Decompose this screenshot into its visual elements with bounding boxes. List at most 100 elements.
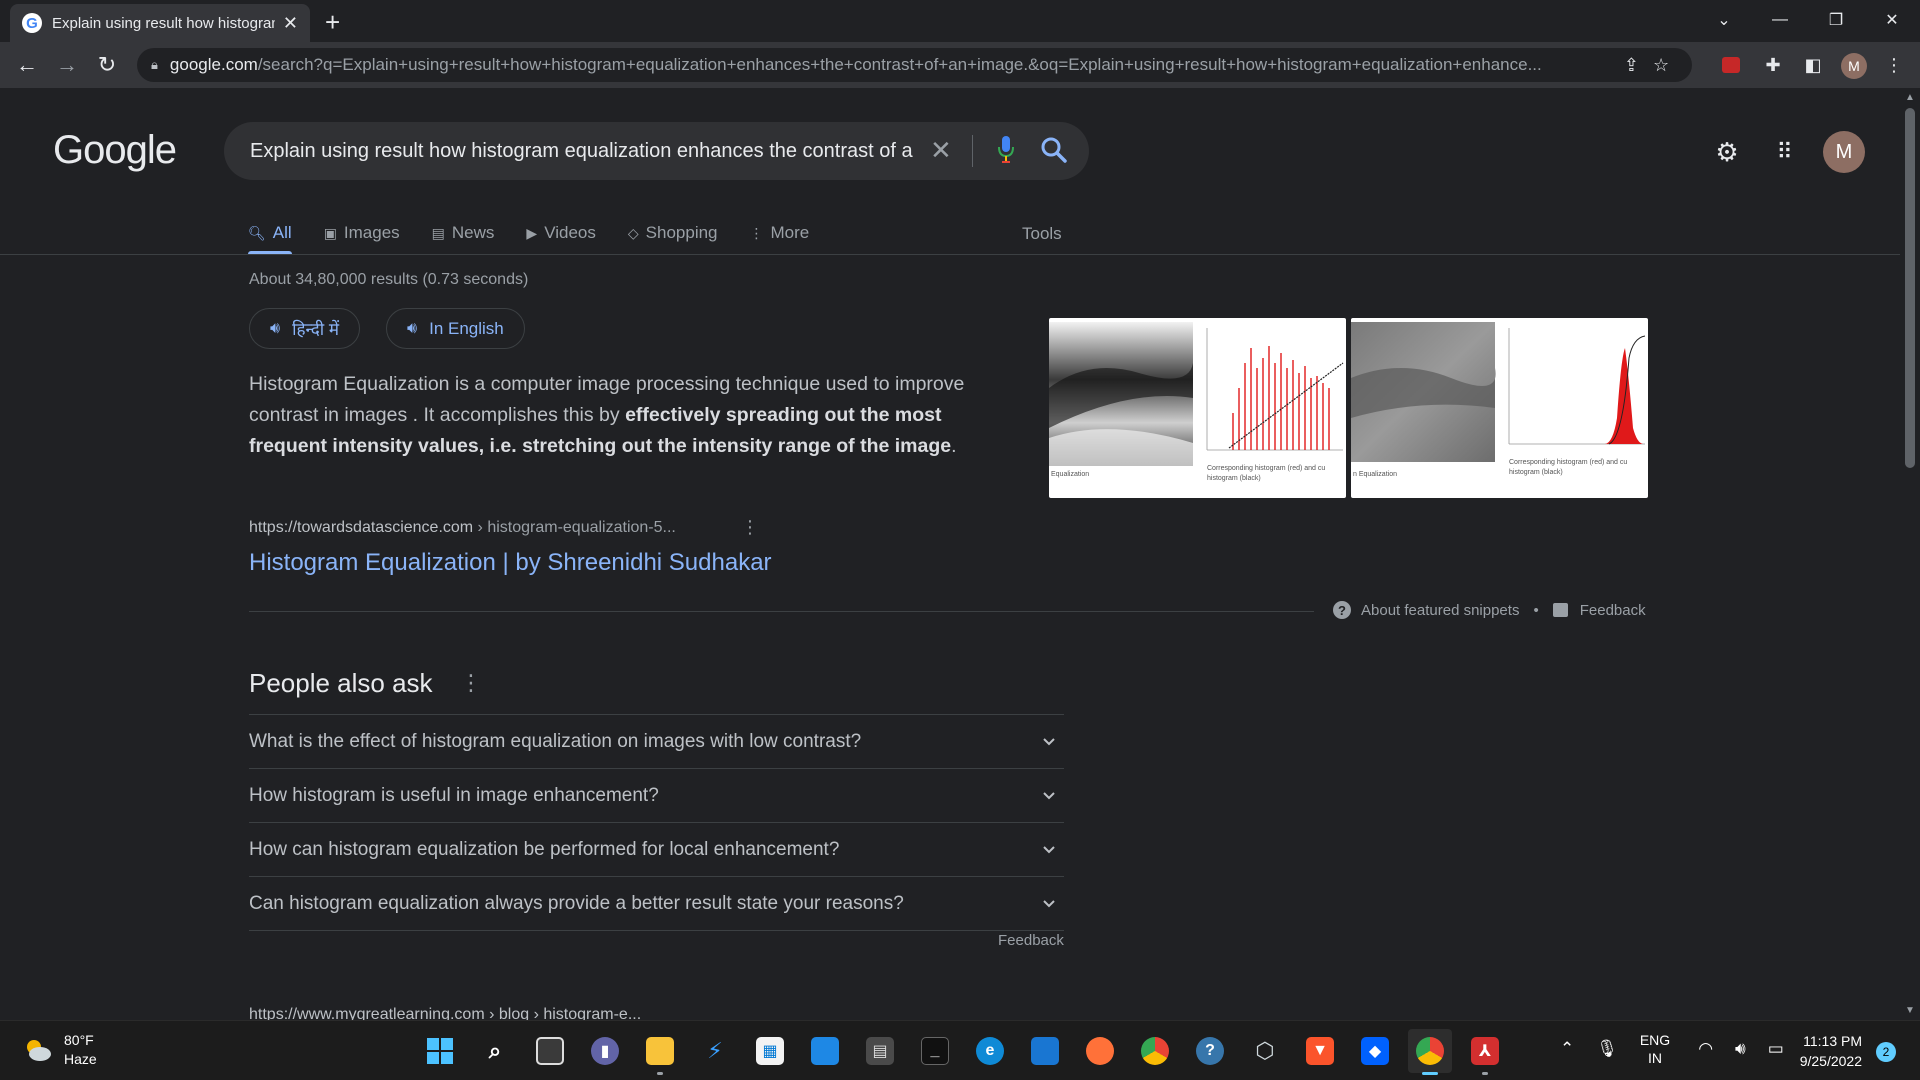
input-language[interactable]: ENG IN [1640, 1031, 1670, 1067]
image-icon: ▣ [323, 224, 337, 241]
tab-shopping[interactable]: ◇ Shopping [628, 212, 718, 254]
clear-search-icon[interactable]: ✕ [930, 135, 952, 166]
taskbar-acrobat[interactable]: ⅄ [1463, 1029, 1507, 1075]
volume-icon[interactable]: 🔊︎ [1735, 1039, 1746, 1059]
bookmark-star-icon[interactable]: ☆ [1653, 55, 1669, 76]
weather-widget[interactable]: 80°F Haze [22, 1031, 97, 1069]
forward-icon[interactable]: → [53, 51, 81, 79]
close-window-icon[interactable]: ✕ [1864, 0, 1920, 40]
tab-all[interactable]: 🔍︎ All [248, 212, 292, 254]
next-result-citation[interactable]: https://www.mygreatlearning.com › blog ›… [249, 1006, 641, 1020]
histogram-chart: Corresponding histogram (red) and cu his… [1508, 328, 1646, 476]
taskbar-virtualbox[interactable]: ⬡ [1243, 1029, 1287, 1073]
snippet-image-1[interactable]: Equalization Corresponding histogram (re… [1049, 318, 1346, 498]
wifi-icon[interactable]: ◠ [1698, 1039, 1713, 1059]
apps-grid-icon[interactable]: ⠿ [1769, 137, 1799, 167]
browser-profile-avatar[interactable]: M [1841, 53, 1867, 79]
about-snippets-link[interactable]: About featured snippets [1361, 602, 1519, 619]
taskbar-calculator[interactable]: ▤ [858, 1029, 902, 1073]
scrollbar-thumb[interactable] [1905, 108, 1915, 468]
paa-more-icon[interactable]: ⋮ [460, 670, 482, 696]
taskbar-notes[interactable] [1023, 1029, 1067, 1073]
taskbar-clock[interactable]: 11:13 PM 9/25/2022 [1780, 1031, 1862, 1071]
browser-menu-icon[interactable]: ⋮ [1881, 52, 1907, 78]
taskbar-chrome[interactable] [1133, 1029, 1177, 1073]
microphone-icon[interactable]: 🎙︎ [1596, 1039, 1618, 1059]
paa-question[interactable]: What is the effect of histogram equaliza… [249, 714, 1064, 768]
taskbar-edge[interactable]: e [968, 1029, 1012, 1073]
tab-images[interactable]: ▣ Images [324, 212, 400, 254]
tab-more[interactable]: ⋮ More [750, 212, 810, 254]
taskbar-teams-chat[interactable]: ▮ [583, 1029, 627, 1073]
svg-text:histogram (black): histogram (black) [1509, 469, 1563, 476]
notification-badge[interactable]: 2 [1876, 1042, 1896, 1062]
scroll-down-icon[interactable]: ▼ [1905, 1005, 1915, 1016]
scroll-up-icon[interactable]: ▲ [1905, 92, 1915, 103]
feedback-link[interactable]: Feedback [1580, 602, 1646, 619]
tab-videos[interactable]: ▶ Videos [526, 212, 595, 254]
tray-overflow-icon[interactable]: ⌃ [1560, 1039, 1574, 1059]
listen-english-button[interactable]: 🔊︎ In English [386, 308, 525, 349]
speaker-icon: 🔊︎ [270, 319, 281, 337]
tab-close-icon[interactable]: ✕ [283, 13, 298, 34]
search-input[interactable] [250, 139, 930, 163]
paa-question[interactable]: How histogram is useful in image enhance… [249, 768, 1064, 822]
reload-icon[interactable]: ↻ [93, 51, 121, 79]
side-panel-icon[interactable]: ◧ [1800, 52, 1826, 78]
search-icon[interactable] [1039, 135, 1069, 165]
minimize-icon[interactable]: — [1752, 0, 1808, 40]
new-tab-icon[interactable]: + [325, 7, 340, 38]
extension-red-icon[interactable] [1718, 52, 1744, 78]
address-bar[interactable]: 🔒︎ google.com/search?q=Explain+using+res… [137, 48, 1692, 82]
taskbar-firefox[interactable] [1078, 1029, 1122, 1073]
firefox-icon [1086, 1037, 1114, 1065]
taskbar-file-explorer[interactable] [638, 1029, 682, 1075]
lock-icon[interactable]: 🔒︎ [151, 57, 158, 73]
taskbar-search[interactable]: ⌕ [473, 1029, 517, 1073]
featured-snippet-text: Histogram Equalization is a computer ima… [249, 373, 965, 457]
paa-question[interactable]: Can histogram equalization always provid… [249, 876, 1064, 931]
url-text[interactable]: google.com/search?q=Explain+using+result… [170, 55, 1610, 75]
start-button[interactable] [418, 1029, 462, 1073]
svg-text:histogram (black): histogram (black) [1207, 475, 1261, 482]
microphone-icon[interactable] [996, 134, 1016, 166]
cube-icon: ⬡ [1255, 1038, 1275, 1063]
settings-gear-icon[interactable]: ⚙ [1712, 137, 1742, 167]
svg-text:Corresponding histogram (red): Corresponding histogram (red) and cu [1509, 459, 1627, 466]
snippet-image-2[interactable]: n Equalization Corresponding histogram (… [1351, 318, 1648, 498]
tools-button[interactable]: Tools [1022, 224, 1062, 244]
extensions-puzzle-icon[interactable]: ✚ [1760, 52, 1786, 78]
browser-tab[interactable]: G Explain using result how histogram equ… [10, 4, 310, 42]
share-icon[interactable]: ⇪ [1624, 55, 1639, 76]
tag-icon: ◇ [627, 224, 639, 241]
taskbar-store[interactable]: ▦ [748, 1029, 792, 1073]
taskbar-brave[interactable]: ▼ [1298, 1029, 1342, 1073]
taskbar-task-view[interactable] [528, 1029, 572, 1073]
account-avatar[interactable]: M [1823, 131, 1865, 173]
paa-feedback-link[interactable]: Feedback [998, 932, 1064, 949]
taskbar-python[interactable]: ? [1188, 1029, 1232, 1073]
page-scrollbar[interactable]: ▲ ▼ [1900, 88, 1920, 1020]
result-stats: About 34,80,000 results (0.73 seconds) [249, 271, 529, 288]
google-logo[interactable]: Google [53, 128, 177, 173]
browser-toolbar: ← → ↻ 🔒︎ google.com/search?q=Explain+usi… [0, 42, 1920, 88]
tab-search-icon[interactable]: ⌄ [1696, 0, 1752, 40]
brave-icon: ▼ [1306, 1037, 1334, 1065]
taskbar-chrome-profile[interactable] [1408, 1029, 1452, 1075]
listen-hindi-button[interactable]: 🔊︎ हिन्दी में [249, 308, 361, 349]
taskbar-power-automate[interactable]: ⚡ [693, 1029, 737, 1073]
tab-news[interactable]: ▤ News [432, 212, 495, 254]
tab-title: Explain using result how histogram equal… [52, 14, 275, 32]
restore-icon[interactable]: ❐ [1808, 0, 1864, 40]
search-box[interactable]: ✕ [224, 122, 1089, 180]
taskbar: 80°F Haze ⌕ ▮ ⚡ ▦ ▤ _ e ? ⬡ ▼ ◆ ⅄ ⌃ 🎙︎ E… [0, 1020, 1920, 1080]
result-citation[interactable]: https://towardsdatascience.com › histogr… [249, 519, 676, 537]
result-title-link[interactable]: Histogram Equalization | by Shreenidhi S… [249, 549, 772, 577]
taskbar-remote-desktop[interactable] [803, 1029, 847, 1073]
taskbar-dropbox[interactable]: ◆ [1353, 1029, 1397, 1073]
back-icon[interactable]: ← [13, 51, 41, 79]
terminal-icon: _ [921, 1037, 949, 1065]
result-more-icon[interactable]: ⋮ [741, 517, 759, 538]
paa-question[interactable]: How can histogram equalization be perfor… [249, 822, 1064, 876]
taskbar-terminal[interactable]: _ [913, 1029, 957, 1073]
